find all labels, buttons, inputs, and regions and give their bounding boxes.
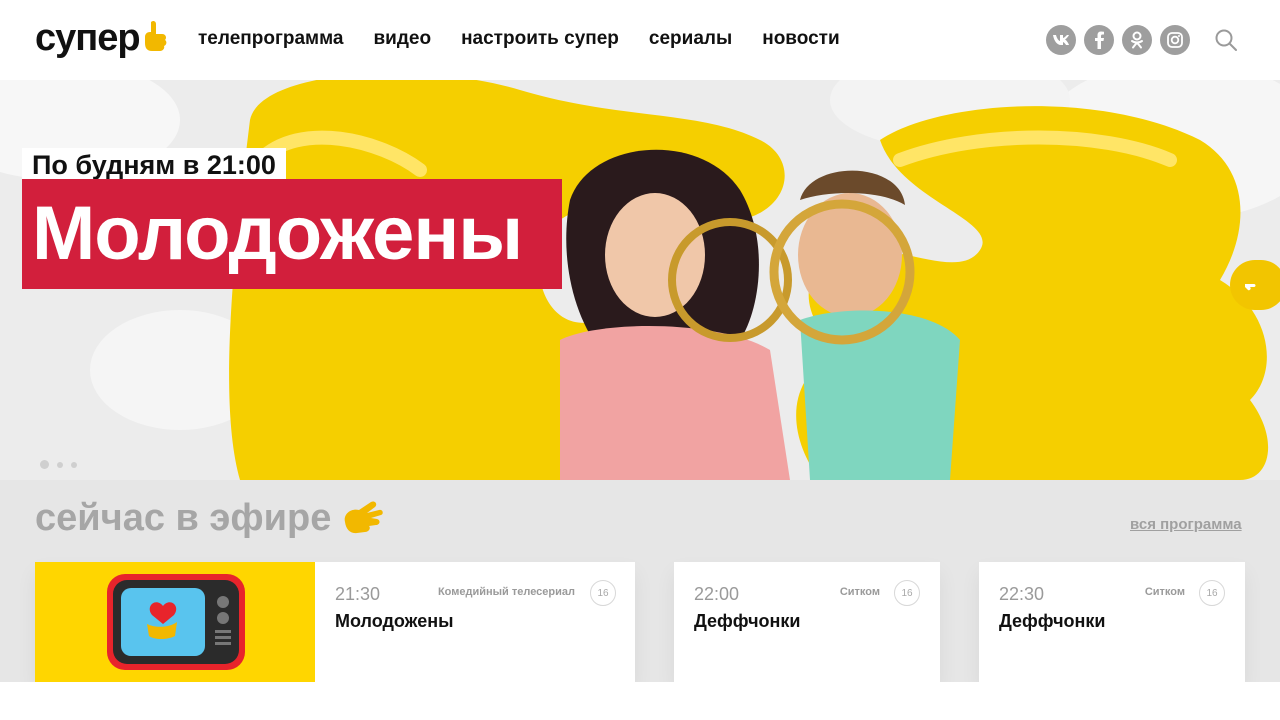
vk-icon[interactable]: [1046, 25, 1076, 55]
logo[interactable]: супер: [35, 18, 168, 58]
next-slide-button[interactable]: [1230, 260, 1280, 310]
program-genre: Ситком: [1144, 586, 1185, 598]
age-rating-badge: 16: [894, 580, 920, 606]
section-title-text: сейчас в эфире: [35, 497, 332, 539]
nav-item-video[interactable]: видео: [373, 26, 431, 52]
logo-text: супер: [35, 17, 141, 59]
nav-item-series[interactable]: сериалы: [649, 26, 732, 52]
program-card[interactable]: 21:30 Комедийный телесериал 16 Молодожен…: [35, 562, 635, 682]
hero-schedule: По будням в 21:00: [22, 148, 286, 182]
hero-banner[interactable]: По будням в 21:00 Молодожены: [0, 80, 1280, 480]
program-name: Деффчонки: [694, 611, 801, 631]
program-card[interactable]: 22:30 Ситком 16 Деффчонки: [979, 562, 1245, 682]
all-programs-link[interactable]: вся программа: [1130, 516, 1242, 533]
program-card[interactable]: 22:00 Ситком 16 Деффчонки: [674, 562, 940, 682]
social-links: [1046, 25, 1190, 55]
slide-dot-2[interactable]: [57, 461, 63, 468]
slide-dot-1[interactable]: [40, 460, 49, 469]
section-title: сейчас в эфире: [35, 496, 385, 540]
on-air-section: сейчас в эфире вся программа 21:30 Комед…: [0, 480, 1280, 682]
slide-dot-3[interactable]: [71, 461, 77, 468]
age-rating-badge: 16: [590, 580, 616, 606]
nav-item-tvguide[interactable]: телепрограмма: [198, 26, 343, 52]
pointing-hand-icon: [1245, 284, 1256, 291]
tv-icon: [107, 574, 245, 670]
main-nav: телепрограмма видео настроить супер сери…: [198, 26, 870, 52]
facebook-icon[interactable]: [1084, 25, 1114, 55]
program-time: 22:30: [999, 584, 1045, 604]
program-name: Молодожены: [335, 611, 454, 631]
nav-item-news[interactable]: новости: [762, 26, 839, 52]
program-thumbnail: [35, 562, 315, 682]
program-time: 22:00: [694, 584, 740, 604]
hand-icon: [144, 20, 166, 51]
hand-icon: [345, 501, 384, 534]
age-rating-badge: 16: [1199, 580, 1225, 606]
program-genre: Ситком: [839, 586, 880, 598]
program-name: Деффчонки: [999, 611, 1106, 631]
nav-item-customize[interactable]: настроить супер: [461, 26, 619, 52]
odnoklassniki-icon[interactable]: [1122, 25, 1152, 55]
instagram-icon[interactable]: [1160, 25, 1190, 55]
slider-dots: [40, 460, 77, 469]
site-header: супер телепрограмма видео настроить супе…: [0, 0, 1280, 80]
hero-title[interactable]: Молодожены: [22, 179, 562, 289]
program-time: 21:30: [335, 584, 381, 604]
page-bottom: [0, 682, 1280, 720]
search-icon[interactable]: [1214, 28, 1238, 52]
program-genre: Комедийный телесериал: [437, 586, 575, 598]
